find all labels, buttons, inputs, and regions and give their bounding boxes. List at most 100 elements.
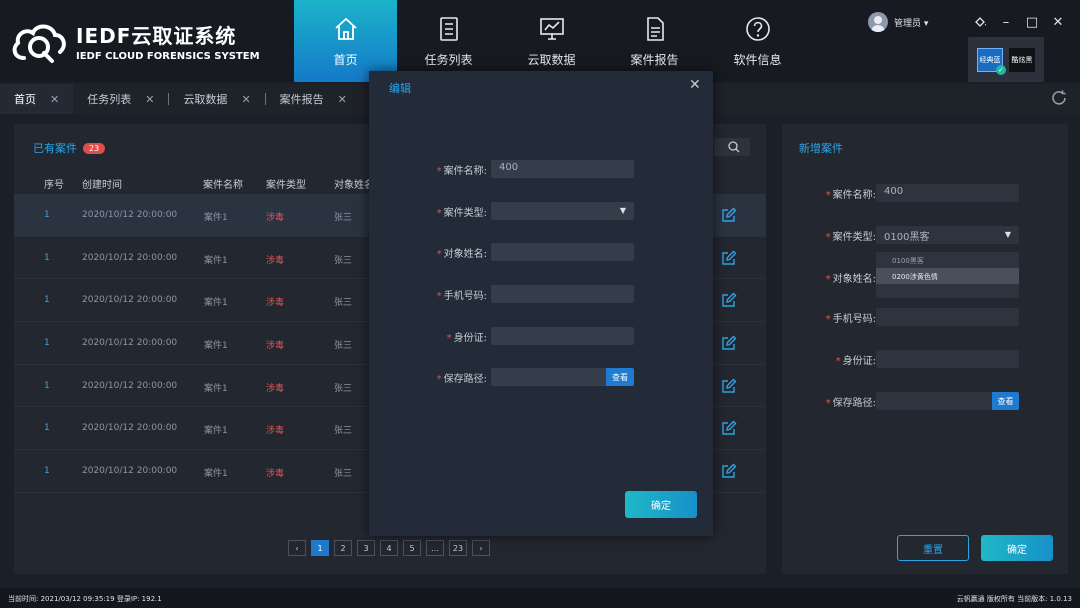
case-type-select[interactable]: ▼ [491, 202, 634, 220]
list-icon [439, 16, 458, 41]
page-button[interactable]: 4 [380, 540, 398, 556]
nav-case-report[interactable]: 案件报告 [603, 0, 706, 82]
case-type-select[interactable]: 0100黑客 ▼ [876, 226, 1019, 244]
confirm-button[interactable]: 确定 [981, 535, 1053, 561]
page-button[interactable]: 3 [357, 540, 375, 556]
cases-title-text: 已有案件 [33, 142, 77, 155]
refresh-icon[interactable] [1050, 89, 1068, 107]
minimize-icon[interactable]: – [993, 12, 1019, 32]
maximize-icon[interactable]: □ [1019, 12, 1045, 32]
nav-task-list[interactable]: 任务列表 [397, 0, 500, 82]
paint-bucket-icon[interactable] [967, 12, 993, 32]
edit-icon[interactable] [721, 207, 737, 223]
person-name-label: * 对象姓名: [436, 249, 487, 260]
tab-home-label: 首页 [14, 93, 36, 106]
tab-close-icon[interactable]: ✕ [241, 93, 250, 106]
theme-classic-blue[interactable]: 经典蓝 ✓ [977, 47, 1006, 75]
row-index: 1 [44, 423, 50, 434]
tab-close-icon[interactable]: ✕ [50, 93, 59, 106]
caret-down-icon: ▼ [1004, 230, 1011, 239]
edit-icon[interactable] [721, 335, 737, 351]
cases-title: 已有案件 23 [33, 140, 106, 156]
nav-home[interactable]: 首页 [294, 0, 397, 82]
dropdown-option[interactable]: 0100黑客 [876, 252, 1019, 268]
edit-icon[interactable] [721, 420, 737, 436]
prev-page-button[interactable]: ‹ [288, 540, 306, 556]
home-icon [334, 17, 357, 40]
phone-input[interactable] [491, 285, 634, 303]
col-case-type: 案件类型 [266, 180, 306, 191]
row-index: 1 [44, 252, 50, 263]
close-icon[interactable]: ✕ [689, 77, 701, 93]
row-name: 案件1 [204, 469, 228, 480]
tab-home[interactable]: 首页 ✕ [0, 84, 74, 114]
tab-close-icon[interactable]: ✕ [338, 93, 347, 106]
case-name-input[interactable]: 400 [876, 184, 1019, 202]
check-icon: ✓ [996, 64, 1006, 75]
user-menu[interactable]: 管理员 ▾ [868, 12, 928, 32]
id-card-input[interactable] [876, 350, 1019, 368]
page-button[interactable]: 5 [403, 540, 421, 556]
col-case-name: 案件名称 [203, 180, 243, 191]
row-person: 张三 [334, 213, 353, 223]
row-type: 涉毒 [266, 426, 285, 437]
page-button[interactable]: 23 [449, 540, 467, 556]
edit-icon[interactable] [721, 463, 737, 479]
row-person: 张三 [334, 255, 353, 266]
row-name: 案件1 [204, 383, 228, 394]
top-bar: IEDF云取证系统 IEDF CLOUD FORENSICS SYSTEM 首页… [0, 0, 1080, 82]
row-index: 1 [44, 466, 50, 477]
edit-icon[interactable] [721, 250, 737, 266]
window-controls: – □ ✕ [967, 12, 1071, 32]
field-save-path: * 保存路径: 查看 [369, 368, 713, 386]
row-type: 涉毒 [266, 469, 285, 480]
reset-button[interactable]: 重置 [897, 535, 969, 561]
main-nav: 首页 任务列表 云取数据 案件报告 软件信息 [294, 0, 809, 82]
phone-input[interactable] [876, 308, 1019, 326]
row-type: 涉毒 [266, 298, 285, 309]
close-icon[interactable]: ✕ [1045, 12, 1071, 32]
status-copyright-version: 云帆赢通 版权所有 当前版本: 1.0.13 [956, 595, 1072, 603]
tab-case-report[interactable]: 案件报告 ✕ [266, 84, 361, 114]
row-person: 张三 [334, 383, 353, 394]
field-case-type: * 案件类型: 0100黑客 ▼ [782, 226, 1068, 244]
row-name: 案件1 [204, 213, 228, 223]
browse-button[interactable]: 查看 [992, 392, 1019, 410]
row-type: 涉毒 [266, 383, 285, 394]
edit-icon[interactable] [721, 292, 737, 308]
tab-close-icon[interactable]: ✕ [145, 93, 154, 106]
case-type-value: 0100黑客 [884, 232, 930, 243]
case-name-input[interactable]: 400 [491, 160, 634, 178]
row-person: 张三 [334, 341, 353, 352]
pagination: ‹ 1 2 3 4 5 … 23 › [288, 540, 490, 556]
app-subtitle: IEDF CLOUD FORENSICS SYSTEM [76, 51, 260, 62]
field-id-card: * 身份证: [369, 327, 713, 345]
nav-home-label: 首页 [333, 52, 358, 67]
dialog-confirm-button[interactable]: 确定 [625, 491, 697, 518]
person-name-label: * 对象姓名: [825, 274, 876, 285]
nav-task-list-label: 任务列表 [424, 52, 473, 67]
nav-cloud-data[interactable]: 云取数据 [500, 0, 603, 82]
page-button[interactable]: 1 [311, 540, 329, 556]
app-title: IEDF云取证系统 [76, 24, 237, 48]
nav-software-info[interactable]: 软件信息 [706, 0, 809, 82]
field-case-type: * 案件类型: ▼ [369, 202, 713, 220]
person-name-input[interactable] [491, 243, 634, 261]
row-person: 张三 [334, 426, 353, 437]
user-name: 管理员 ▾ [894, 18, 929, 29]
page-button[interactable]: 2 [334, 540, 352, 556]
col-person-name: 对象姓名 [334, 180, 374, 191]
page-ellipsis[interactable]: … [426, 540, 444, 556]
id-card-input[interactable] [491, 327, 634, 345]
search-input[interactable] [714, 138, 750, 156]
theme-dark[interactable]: 酷炫黑 [1009, 47, 1035, 72]
document-icon [646, 16, 664, 41]
next-page-button[interactable]: › [472, 540, 490, 556]
tab-cloud-data[interactable]: 云取数据 ✕ [169, 84, 264, 114]
status-time-ip: 当前时间: 2021/03/12 09:35:19 登录IP: 192.1 [8, 595, 162, 603]
field-phone: * 手机号码: [369, 285, 713, 303]
browse-button[interactable]: 查看 [606, 368, 634, 386]
new-case-title: 新增案件 [799, 142, 843, 155]
tab-task-list[interactable]: 任务列表 ✕ [73, 84, 168, 114]
edit-icon[interactable] [721, 378, 737, 394]
